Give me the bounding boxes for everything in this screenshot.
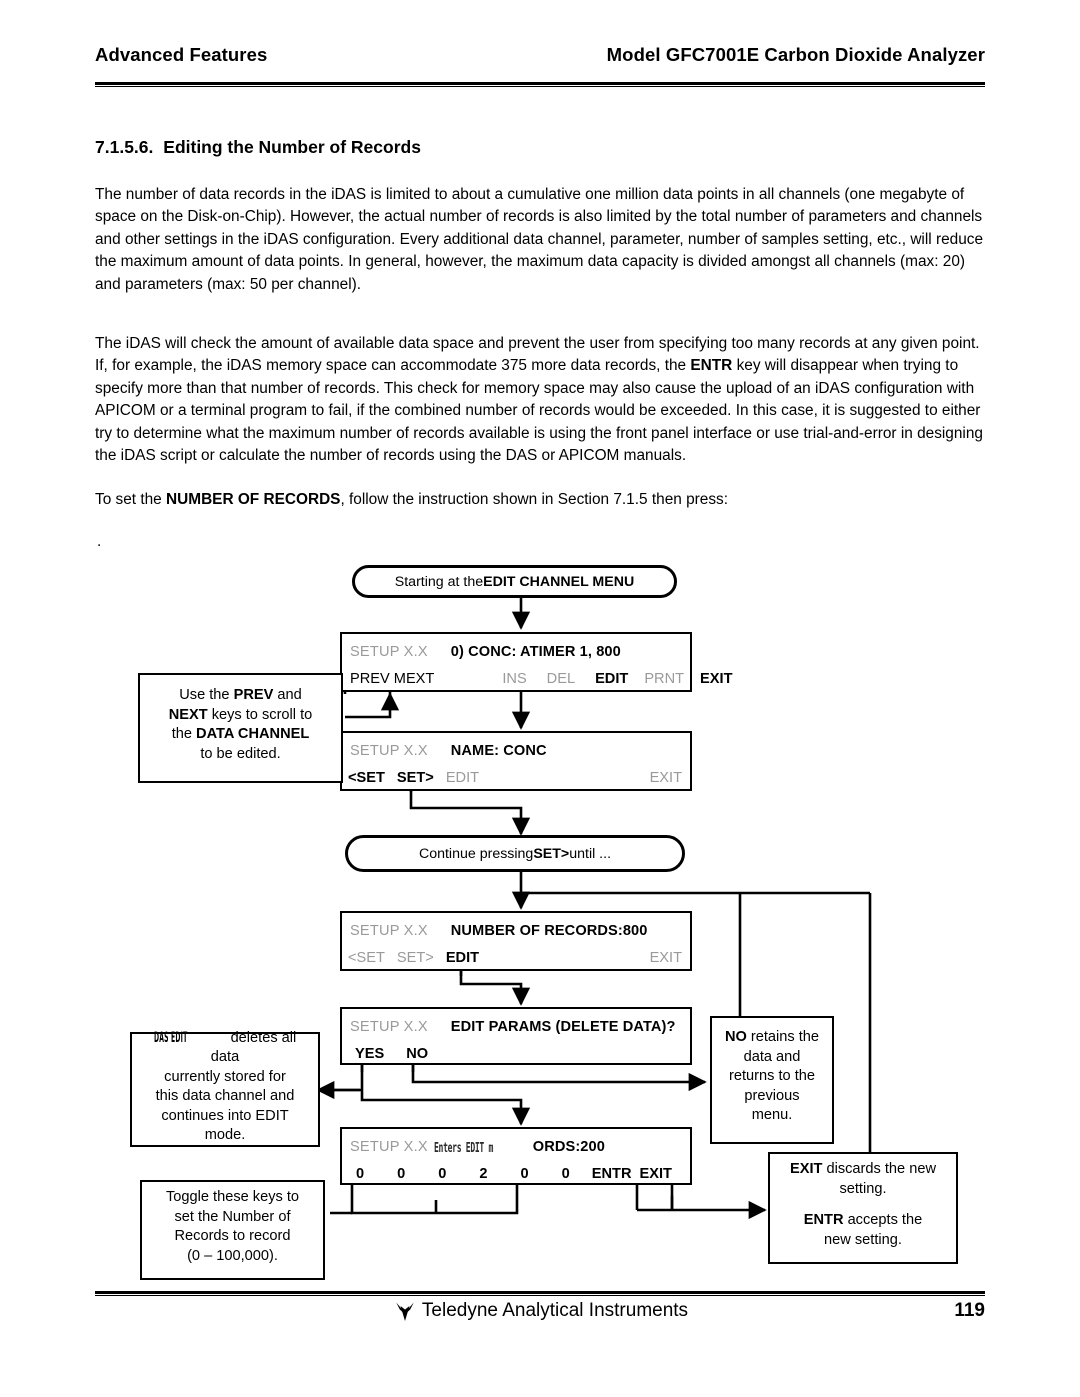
number-of-records-screen[interactable]: SETUP X.X NUMBER OF RECORDS:800 <SET SET… (340, 911, 692, 971)
note-line: DAS EDIT deletes all data (153, 1028, 297, 1066)
continue-pressing-terminator: Continue pressing SET> until ... (345, 835, 685, 872)
key-exit-3[interactable]: EXIT (650, 950, 682, 966)
key-set-prev-3[interactable]: <SET (348, 950, 385, 966)
key-edit[interactable]: EDIT (595, 671, 628, 687)
setup-label-4: SETUP X.X (350, 1019, 428, 1035)
edit-params-screen[interactable]: SETUP X.X EDIT PARAMS (DELETE DATA)? YES… (340, 1007, 692, 1065)
key-set-prev-2[interactable]: <SET (348, 770, 385, 786)
continue-text-b: SET> (533, 845, 570, 862)
das-edit-artifact: DAS EDIT (153, 1028, 188, 1046)
note-line: continues into EDIT (161, 1107, 289, 1124)
records-digit-entry-screen[interactable]: SETUP X.X ORDS:200 0 0 0 2 0 0 ENTR EXIT (340, 1127, 692, 1185)
setup-label-1: SETUP X.X (350, 644, 428, 660)
key-ins[interactable]: INS (502, 671, 526, 687)
page-number: 119 (954, 1300, 985, 1321)
note-line: the DATA CHANNEL (171, 726, 310, 742)
note-line: ENTR accepts the (803, 1212, 923, 1228)
footer-divider (95, 1291, 985, 1296)
page-footer: Teledyne Analytical Instruments 119 (95, 1300, 985, 1334)
note-line: Use the PREV and (179, 687, 302, 703)
setup-label-2: SETUP X.X (350, 743, 428, 759)
screen-title-4: EDIT PARAMS (DELETE DATA)? (450, 1019, 676, 1035)
footer-company-name: Teledyne Analytical Instruments (421, 1300, 689, 1321)
name-conc-screen[interactable]: SETUP X.X NAME: CONC <SET SET> EDIT EXIT (340, 731, 692, 791)
das-edit-note: DAS EDIT deletes all data currently stor… (130, 1029, 320, 1147)
exit-entr-note: EXIT discards the new setting. ENTR acce… (768, 1152, 958, 1264)
digit-4[interactable]: 0 (521, 1166, 529, 1182)
note-line: currently stored for (164, 1068, 286, 1085)
note-line (776, 1199, 950, 1211)
key-del[interactable]: DEL (547, 671, 575, 687)
note-line: new setting. (824, 1231, 902, 1248)
note-line: previous (744, 1087, 800, 1104)
flowchart: Starting at the EDIT CHANNEL MENU SETUP … (0, 0, 1080, 1397)
screen-title-1: 0) CONC: ATIMER 1, 800 (450, 644, 621, 660)
digit-2[interactable]: 0 (438, 1166, 446, 1182)
screen-title-3: NUMBER OF RECORDS:800 (450, 923, 648, 939)
digit-1[interactable]: 0 (397, 1166, 405, 1182)
scan-artifact-text: Enters EDIT m (434, 1141, 494, 1156)
key-exit[interactable]: EXIT (700, 671, 732, 687)
setup-label-3: SETUP X.X (350, 923, 428, 939)
key-yes[interactable]: YES (355, 1046, 384, 1062)
note-line: NO retains the (724, 1029, 820, 1046)
digit-0[interactable]: 0 (356, 1166, 364, 1182)
note-line: mode. (204, 1127, 246, 1143)
note-line: returns to the (729, 1068, 815, 1085)
teledyne-logo-icon (392, 1300, 418, 1322)
continue-text-c: until ... (569, 845, 612, 862)
key-set-next-2[interactable]: SET> (397, 770, 434, 786)
toggle-keys-note: Toggle these keys to set the Number of R… (140, 1180, 325, 1280)
document-page: Advanced Features Model GFC7001E Carbon … (0, 0, 1080, 1397)
digit-3[interactable]: 2 (479, 1166, 487, 1182)
note-line: data and (743, 1048, 801, 1065)
note-line: this data channel and (155, 1088, 295, 1104)
key-edit-3[interactable]: EDIT (446, 950, 479, 966)
start-text-pre: Starting at the (394, 573, 484, 590)
note-line: to be edited. (200, 745, 281, 762)
digit-5[interactable]: 0 (562, 1166, 570, 1182)
note-line: Records to record (174, 1228, 291, 1244)
note-line: NEXT keys to scroll to (168, 706, 313, 723)
key-exit-2[interactable]: EXIT (650, 770, 682, 786)
prev-next-note: Use the PREV and NEXT keys to scroll to … (138, 673, 343, 783)
key-entr[interactable]: ENTR (592, 1166, 632, 1182)
screen-title-2: NAME: CONC (450, 743, 547, 759)
screen-title-5: ORDS:200 (532, 1139, 605, 1155)
key-set-next-3[interactable]: SET> (397, 950, 434, 966)
conc-channel-screen[interactable]: SETUP X.X 0) CONC: ATIMER 1, 800 PREV ME… (340, 632, 732, 692)
note-line: menu. (751, 1107, 793, 1124)
key-prnt[interactable]: PRNT (644, 671, 684, 687)
key-no[interactable]: NO (406, 1046, 428, 1062)
continue-text-a: Continue pressing (418, 845, 534, 862)
note-line: EXIT discards the new (789, 1161, 936, 1177)
setup-label-5: SETUP X.X (350, 1139, 428, 1155)
no-retains-note: NO retains the data and returns to the p… (710, 1016, 834, 1144)
key-exit-5[interactable]: EXIT (639, 1166, 671, 1182)
note-line: set the Number of (174, 1208, 291, 1225)
start-text-bold: EDIT CHANNEL MENU (483, 573, 635, 590)
key-edit-2[interactable]: EDIT (446, 770, 479, 786)
prev-next-keys[interactable]: PREV MEXT (350, 671, 434, 687)
note-line: setting. (839, 1180, 887, 1197)
flow-start-terminator: Starting at the EDIT CHANNEL MENU (352, 565, 677, 598)
note-line: (0 – 100,000). (187, 1247, 278, 1264)
note-line: Toggle these keys to (165, 1189, 300, 1205)
